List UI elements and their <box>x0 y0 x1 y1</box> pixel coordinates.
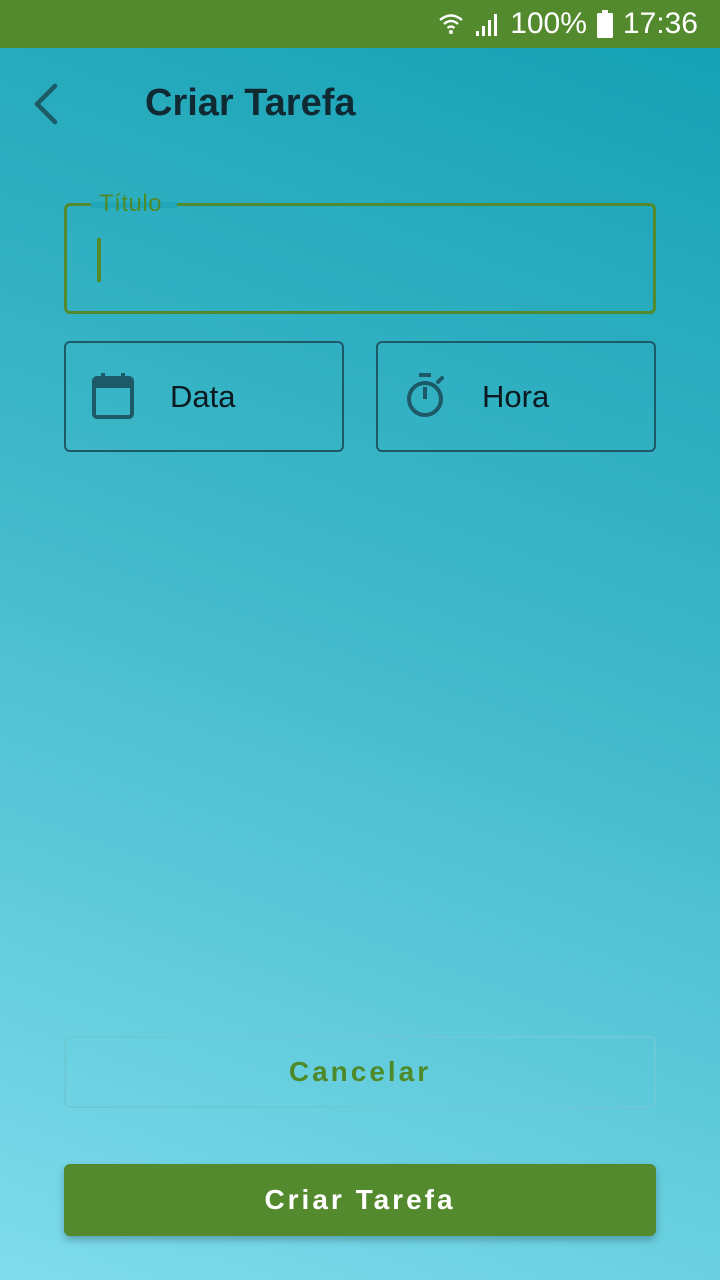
date-button-label: Data <box>170 379 236 414</box>
battery-icon <box>596 10 613 38</box>
create-task-button[interactable]: Criar Tarefa <box>64 1164 656 1236</box>
time-button[interactable]: Hora <box>376 341 656 452</box>
back-button[interactable] <box>24 78 68 134</box>
chevron-left-icon <box>31 82 61 131</box>
cancel-button[interactable]: Cancelar <box>64 1036 656 1108</box>
signal-icon <box>474 11 500 37</box>
page-title: Criar Tarefa <box>145 82 356 124</box>
title-field[interactable]: Título <box>64 190 656 314</box>
clock: 17:36 <box>622 7 698 40</box>
app-bar: Criar Tarefa <box>0 48 720 164</box>
calendar-icon <box>92 373 134 419</box>
title-input[interactable] <box>67 206 653 311</box>
date-button[interactable]: Data <box>64 341 344 452</box>
time-button-label: Hora <box>482 379 550 414</box>
text-caret <box>97 238 101 282</box>
wifi-icon <box>438 11 464 37</box>
status-bar: 100% 17:36 <box>0 0 720 48</box>
stopwatch-icon <box>404 373 446 419</box>
battery-percent: 100% <box>510 7 587 40</box>
